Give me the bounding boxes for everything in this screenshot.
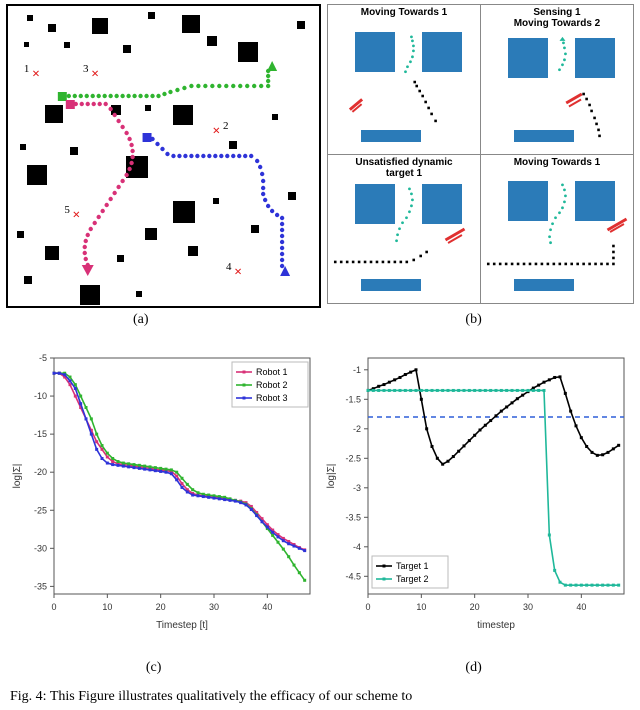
svg-text:Timestep [t]: Timestep [t] (156, 620, 208, 631)
svg-text:Target 1: Target 1 (396, 561, 429, 571)
panel-b-grid: Moving Towards 1 Sensing 1 Moving Toward… (327, 4, 634, 304)
svg-text:-15: -15 (34, 429, 47, 439)
panel-b-cell-4: Moving Towards 1 (481, 155, 633, 304)
target-4-label: 4 (226, 261, 232, 273)
svg-text:-2.5: -2.5 (345, 453, 361, 463)
svg-text:-4: -4 (353, 542, 361, 552)
chart-d-cell: -4.5 -4 -3.5 -3 -2.5 -2 -1.5 -1 0 10 20 30 40 timeste… (320, 338, 634, 638)
panel-b-title-3: Unsatisfied dynamic target 1 (331, 157, 477, 179)
svg-text:-2: -2 (353, 424, 361, 434)
svg-text:Target 2: Target 2 (396, 574, 429, 584)
robot-trajectories (8, 6, 319, 306)
svg-text:Robot 3: Robot 3 (256, 393, 288, 403)
chart-c: -35 -30 -25 -20 -15 -10 -5 0 10 20 30 40 Timestep [t… (6, 338, 320, 638)
panel-b-cell-3: Unsatisfied dynamic target 1 (328, 155, 480, 304)
panel-b-title-1: Moving Towards 1 (331, 7, 477, 18)
sublabel-d: (d) (464, 660, 484, 676)
target-3-label: 3 (83, 63, 89, 75)
svg-text:-30: -30 (34, 543, 47, 553)
chart-d: -4.5 -4 -3.5 -3 -2.5 -2 -1.5 -1 0 10 20 30 40 timeste… (320, 338, 634, 638)
svg-text:-5: -5 (39, 353, 47, 363)
svg-text:40: 40 (262, 602, 272, 612)
svg-text:Robot 2: Robot 2 (256, 380, 288, 390)
target-3-cross: × (91, 68, 99, 82)
svg-text:10: 10 (102, 602, 112, 612)
svg-text:30: 30 (523, 602, 533, 612)
svg-text:timestep: timestep (477, 620, 515, 631)
target-1-label: 1 (24, 63, 30, 75)
svg-text:20: 20 (156, 602, 166, 612)
figure-caption: Fig. 4: This Figure illustrates qualitat… (10, 688, 630, 706)
target-5-cross: × (72, 209, 80, 223)
sublabel-c: (c) (144, 660, 164, 676)
svg-text:10: 10 (416, 602, 426, 612)
svg-text:0: 0 (51, 602, 56, 612)
svg-text:20: 20 (470, 602, 480, 612)
figure-label: Fig. 4: (10, 689, 47, 704)
target-5-label: 5 (64, 204, 70, 216)
svg-text:log|Σ|: log|Σ| (326, 464, 337, 489)
sublabel-a: (a) (131, 312, 151, 328)
panel-b-cell-1: Moving Towards 1 (328, 5, 480, 154)
sublabel-b: (b) (464, 312, 484, 328)
svg-text:-1: -1 (353, 365, 361, 375)
panel-b-cell-2: Sensing 1 Moving Towards 2 (481, 5, 633, 154)
svg-text:0: 0 (365, 602, 370, 612)
svg-text:-3: -3 (353, 483, 361, 493)
target-4-cross: × (234, 266, 242, 280)
svg-text:-25: -25 (34, 505, 47, 515)
svg-text:-1.5: -1.5 (345, 394, 361, 404)
panel-b-title-2: Sensing 1 Moving Towards 2 (484, 7, 630, 29)
panel-b-title-4: Moving Towards 1 (484, 157, 630, 168)
target-2-cross: × (212, 125, 220, 139)
svg-text:40: 40 (576, 602, 586, 612)
svg-text:Robot 1: Robot 1 (256, 367, 288, 377)
target-1-cross: × (32, 68, 40, 82)
svg-text:-4.5: -4.5 (345, 571, 361, 581)
chart-c-cell: -35 -30 -25 -20 -15 -10 -5 0 10 20 30 40 Timestep [t… (6, 338, 320, 638)
svg-text:-3.5: -3.5 (345, 512, 361, 522)
svg-text:30: 30 (209, 602, 219, 612)
caption-text: This Figure illustrates qualitatively th… (50, 689, 412, 704)
svg-text:-35: -35 (34, 581, 47, 591)
target-2-label: 2 (223, 120, 229, 132)
svg-text:log|Σ|: log|Σ| (12, 464, 23, 489)
panel-a-simbox: × 1 × 3 × 2 × 5 × 4 (6, 4, 321, 308)
svg-text:-20: -20 (34, 467, 47, 477)
svg-text:-10: -10 (34, 391, 47, 401)
